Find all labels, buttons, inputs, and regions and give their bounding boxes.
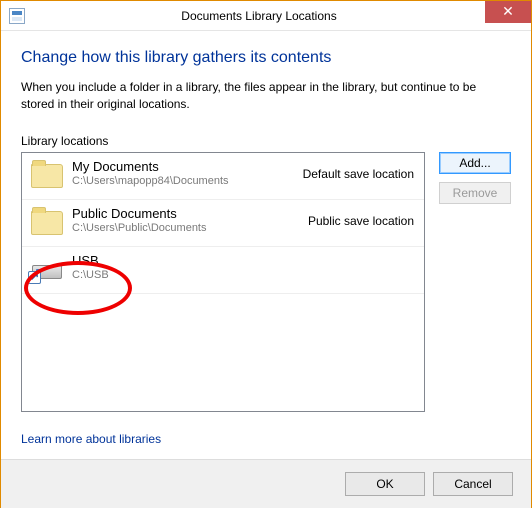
add-button[interactable]: Add... [439,152,511,174]
page-heading: Change how this library gathers its cont… [21,49,511,67]
title-bar: Documents Library Locations ✕ [1,1,531,31]
ok-button[interactable]: OK [345,472,425,496]
location-status: Default save location [295,167,414,181]
location-name: Public Documents [72,206,300,222]
location-path: C:\USB [72,269,406,282]
folder-icon [30,159,64,189]
location-row-public-documents[interactable]: Public Documents C:\Users\Public\Documen… [22,200,424,247]
remove-button: Remove [439,182,511,204]
library-locations-list[interactable]: My Documents C:\Users\mapopp84\Documents… [21,152,425,412]
location-path: C:\Users\Public\Documents [72,222,300,235]
dialog-footer: OK Cancel [1,459,531,508]
cancel-button[interactable]: Cancel [433,472,513,496]
learn-more-link[interactable]: Learn more about libraries [21,432,161,446]
list-label: Library locations [21,134,511,148]
system-menu-icon[interactable] [9,8,25,24]
window-title: Documents Library Locations [33,9,485,23]
location-path: C:\Users\mapopp84\Documents [72,175,295,188]
location-status: Public save location [300,214,414,228]
description-text: When you include a folder in a library, … [21,79,511,114]
close-icon: ✕ [502,3,514,20]
location-row-usb[interactable]: ↗ USB C:\USB [22,247,424,294]
location-name: USB [72,253,406,269]
drive-shortcut-icon: ↗ [30,253,64,283]
location-name: My Documents [72,159,295,175]
folder-icon [30,206,64,236]
close-button[interactable]: ✕ [485,1,531,23]
dialog-content: Change how this library gathers its cont… [1,31,531,456]
location-row-my-documents[interactable]: My Documents C:\Users\mapopp84\Documents… [22,153,424,200]
